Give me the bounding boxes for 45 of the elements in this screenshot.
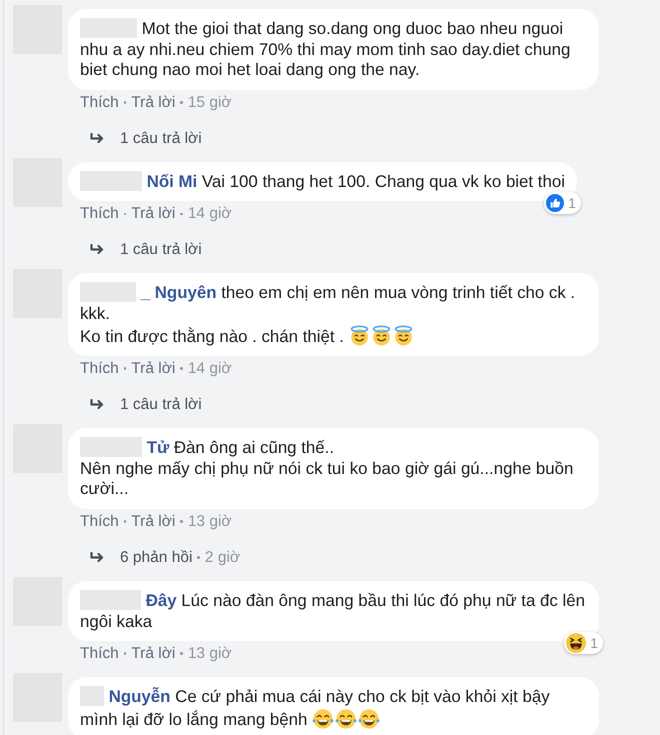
smiling-face-with-halo-icon bbox=[348, 324, 370, 346]
comment-time-link[interactable]: 15 giờ bbox=[188, 92, 232, 112]
comment-text: Mot the gioi that dang so.dang ong duoc bao nheu nguoi nhu a ay nhi.neu chiem 70% thi may mom tinh sao day.diet chung biet chung nao moi het loai dang ong the nay. bbox=[80, 18, 572, 81]
thumbs-up-icon bbox=[546, 194, 564, 212]
view-replies-link[interactable]: 1 câu trả lời bbox=[120, 240, 202, 260]
comment-action-link[interactable]: Trả lời bbox=[131, 92, 176, 112]
reply-arrow-icon bbox=[90, 132, 104, 144]
comment-text: Tử Đàn ông ai cũng thế.. Nên nghe mấy chị phụ nữ nói ck tui ko bao giờ gái gú...nghe buồn cười... bbox=[80, 437, 574, 500]
comment-time-link[interactable]: 13 giờ bbox=[188, 512, 232, 531]
author-name-link[interactable]: Nối Mi bbox=[146, 172, 198, 191]
comment-text: Đây Lúc nào đàn ông mang bầu thi lúc đó phụ nữ ta đc lên ngôi kaka bbox=[80, 590, 586, 632]
tears-of-joy-emoji-icon bbox=[335, 708, 358, 730]
laughing-face-icon bbox=[566, 633, 586, 654]
comment-time-link[interactable]: 14 giờ bbox=[188, 359, 232, 378]
comment-action-link[interactable]: Thích bbox=[80, 512, 119, 531]
comment-action-link[interactable]: Trả lời bbox=[131, 204, 176, 224]
author-name-link[interactable]: _ Nguyên bbox=[140, 283, 217, 302]
tears-of-joy-emoji-icon bbox=[312, 708, 334, 730]
tears-of-joy-emoji-icon bbox=[358, 708, 380, 730]
view-replies-link[interactable]: 6 phản hồi bbox=[120, 548, 192, 567]
comment-action-link[interactable]: Thích bbox=[80, 644, 119, 664]
view-replies-link[interactable]: 1 câu trả lời bbox=[120, 128, 202, 148]
comment-time-link[interactable]: 13 giờ bbox=[188, 644, 232, 664]
reaction-badge[interactable]: 1 bbox=[564, 632, 603, 654]
comment-action-link[interactable]: Thích bbox=[80, 92, 119, 112]
comment-action-link[interactable]: Trả lời bbox=[131, 512, 176, 531]
comment-time-link[interactable]: 14 giờ bbox=[188, 204, 232, 224]
author-name-link[interactable]: Tử bbox=[146, 438, 170, 458]
comment-action-link[interactable]: Trả lời bbox=[131, 644, 176, 664]
comment-text: Nguyễn Ce cứ phải mua cái này cho ck bịt vào khỏi xịt bậy mình lại đỡ lo lắng mang bệnh bbox=[80, 686, 551, 730]
author-name-link[interactable]: Nguyễn bbox=[108, 687, 170, 706]
view-replies-link[interactable]: 1 câu trả lời bbox=[120, 395, 202, 414]
comment-action-link[interactable]: Trả lời bbox=[131, 359, 176, 378]
comment-text: Nối Mi Vai 100 thang het 100. Chang qua vk ko biet thoi bbox=[80, 170, 565, 192]
author-name-link[interactable]: Đây bbox=[146, 590, 177, 610]
comment-text: _ Nguyên theo em chị em nên mua vòng trinh tiết cho ck . kkk. Ko tin được thằng nào . chán thiệt . bbox=[80, 282, 576, 348]
reply-arrow-icon bbox=[90, 399, 104, 410]
reply-time: 2 giờ bbox=[204, 548, 240, 567]
comment-action-link[interactable]: Thích bbox=[80, 204, 119, 224]
reply-arrow-icon bbox=[90, 552, 104, 563]
reaction-badge[interactable]: 1 bbox=[544, 192, 581, 214]
comment-action-link[interactable]: Thích bbox=[80, 359, 119, 378]
reply-arrow-icon bbox=[90, 244, 104, 256]
smiling-face-with-halo-icon bbox=[392, 324, 414, 346]
smiling-face-with-halo-icon bbox=[370, 324, 392, 346]
